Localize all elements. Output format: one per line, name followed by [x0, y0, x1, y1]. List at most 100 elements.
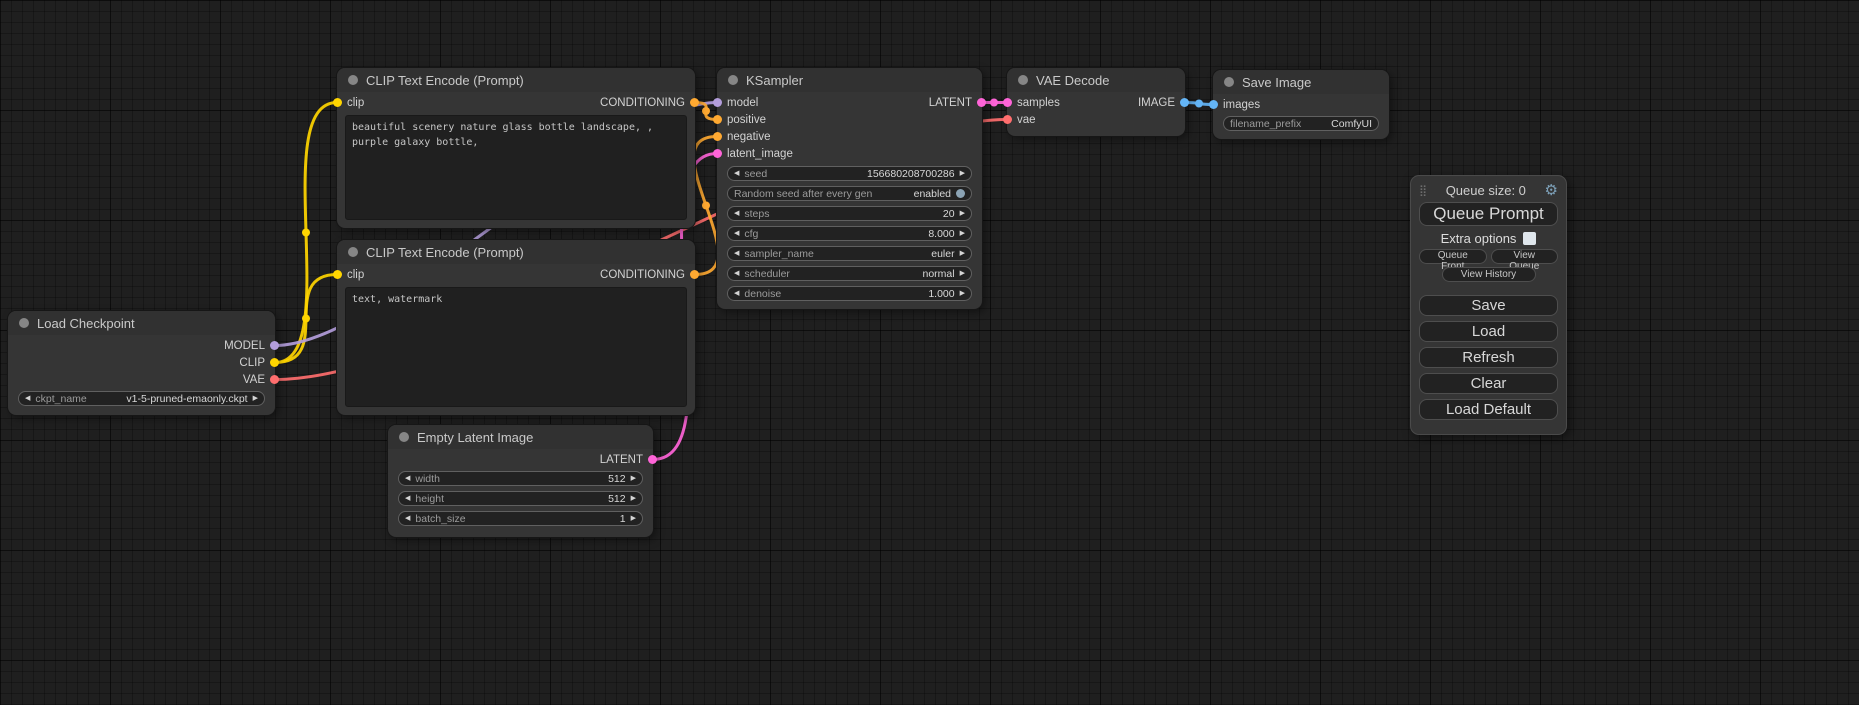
increment-arrow-icon[interactable]	[960, 230, 965, 237]
widget-value: euler	[931, 248, 954, 260]
input-port-latent-image[interactable]	[713, 149, 722, 158]
decrement-arrow-icon[interactable]	[25, 395, 30, 402]
decrement-arrow-icon[interactable]	[405, 515, 410, 522]
collapse-icon[interactable]	[1018, 75, 1028, 85]
widget-value: ComfyUI	[1331, 118, 1372, 130]
extra-options-checkbox[interactable]	[1523, 232, 1536, 245]
increment-arrow-icon[interactable]	[960, 270, 965, 277]
output-label-latent: LATENT	[929, 97, 972, 109]
widget-filename-prefix[interactable]: filename_prefix ComfyUI	[1223, 116, 1379, 131]
refresh-button[interactable]: Refresh	[1419, 347, 1558, 368]
node-title-bar[interactable]: KSampler	[717, 68, 982, 92]
increment-arrow-icon[interactable]	[960, 210, 965, 217]
decrement-arrow-icon[interactable]	[734, 270, 739, 277]
decrement-arrow-icon[interactable]	[734, 170, 739, 177]
negative-prompt-textarea[interactable]: text, watermark	[345, 287, 687, 407]
node-title-bar[interactable]: Empty Latent Image	[388, 425, 653, 449]
queue-front-button[interactable]: Queue Front	[1419, 249, 1487, 264]
input-port-samples[interactable]	[1003, 98, 1012, 107]
input-port-clip[interactable]	[333, 270, 342, 279]
widget-seed[interactable]: seed 156680208700286	[727, 166, 972, 181]
widget-value: 512	[608, 493, 626, 505]
increment-arrow-icon[interactable]	[960, 290, 965, 297]
load-button[interactable]: Load	[1419, 321, 1558, 342]
graph-canvas[interactable]: Load Checkpoint MODEL CLIP VAE	[0, 0, 1859, 705]
decrement-arrow-icon[interactable]	[405, 475, 410, 482]
node-title-bar[interactable]: Save Image	[1213, 70, 1389, 94]
wire-midpoint-dot	[702, 202, 710, 210]
output-port-conditioning[interactable]	[690, 98, 699, 107]
node-clip-text-encode-positive[interactable]: CLIP Text Encode (Prompt) clip CONDITION…	[337, 68, 695, 228]
output-port-clip[interactable]	[270, 358, 279, 367]
widget-denoise[interactable]: denoise 1.000	[727, 286, 972, 301]
node-empty-latent-image[interactable]: Empty Latent Image LATENT width 512 heig…	[388, 425, 653, 537]
widget-ckpt-name[interactable]: ckpt_name v1-5-pruned-emaonly.ckpt	[18, 391, 265, 406]
node-vae-decode[interactable]: VAE Decode samples IMAGE vae	[1007, 68, 1185, 136]
collapse-icon[interactable]	[19, 318, 29, 328]
node-load-checkpoint[interactable]: Load Checkpoint MODEL CLIP VAE	[8, 311, 275, 415]
clear-button[interactable]: Clear	[1419, 373, 1558, 394]
widget-width[interactable]: width 512	[398, 471, 643, 486]
output-port-latent[interactable]	[977, 98, 986, 107]
increment-arrow-icon[interactable]	[253, 395, 258, 402]
queue-prompt-button[interactable]: Queue Prompt	[1419, 202, 1558, 226]
output-port-latent[interactable]	[648, 455, 657, 464]
decrement-arrow-icon[interactable]	[734, 290, 739, 297]
node-title: Load Checkpoint	[37, 316, 135, 331]
output-port-conditioning[interactable]	[690, 270, 699, 279]
widget-steps[interactable]: steps 20	[727, 206, 972, 221]
widget-control-after-generate[interactable]: Random seed after every gen enabled	[727, 186, 972, 201]
widget-scheduler[interactable]: scheduler normal	[727, 266, 972, 281]
node-title: CLIP Text Encode (Prompt)	[366, 73, 524, 88]
wire-midpoint-dot	[702, 107, 710, 115]
increment-arrow-icon[interactable]	[960, 170, 965, 177]
collapse-icon[interactable]	[1224, 77, 1234, 87]
comfy-menu-panel[interactable]: Queue size: 0 Queue Prompt Extra options…	[1410, 175, 1567, 435]
node-title-bar[interactable]: CLIP Text Encode (Prompt)	[337, 68, 695, 92]
view-queue-button[interactable]: View Queue	[1491, 249, 1559, 264]
widget-batch-size[interactable]: batch_size 1	[398, 511, 643, 526]
node-title-bar[interactable]: Load Checkpoint	[8, 311, 275, 335]
widget-sampler-name[interactable]: sampler_name euler	[727, 246, 972, 261]
decrement-arrow-icon[interactable]	[734, 210, 739, 217]
node-title-bar[interactable]: VAE Decode	[1007, 68, 1185, 92]
decrement-arrow-icon[interactable]	[405, 495, 410, 502]
increment-arrow-icon[interactable]	[631, 515, 636, 522]
wire-midpoint-dot	[302, 229, 310, 237]
widget-height[interactable]: height 512	[398, 491, 643, 506]
load-default-button[interactable]: Load Default	[1419, 399, 1558, 420]
increment-arrow-icon[interactable]	[960, 250, 965, 257]
input-port-images[interactable]	[1209, 100, 1218, 109]
node-save-image[interactable]: Save Image images filename_prefix ComfyU…	[1213, 70, 1389, 139]
widget-name: ckpt_name	[35, 393, 86, 405]
input-port-clip[interactable]	[333, 98, 342, 107]
decrement-arrow-icon[interactable]	[734, 250, 739, 257]
toggle-dot-icon[interactable]	[956, 189, 965, 198]
output-port-vae[interactable]	[270, 375, 279, 384]
positive-prompt-textarea[interactable]: beautiful scenery nature glass bottle la…	[345, 115, 687, 220]
increment-arrow-icon[interactable]	[631, 495, 636, 502]
widget-cfg[interactable]: cfg 8.000	[727, 226, 972, 241]
output-label-latent: LATENT	[600, 454, 643, 466]
collapse-icon[interactable]	[348, 247, 358, 257]
node-clip-text-encode-negative[interactable]: CLIP Text Encode (Prompt) clip CONDITION…	[337, 240, 695, 415]
wire-midpoint-dot	[990, 99, 998, 107]
collapse-icon[interactable]	[348, 75, 358, 85]
increment-arrow-icon[interactable]	[631, 475, 636, 482]
view-history-button[interactable]: View History	[1442, 267, 1536, 282]
input-port-vae[interactable]	[1003, 115, 1012, 124]
decrement-arrow-icon[interactable]	[734, 230, 739, 237]
input-port-model[interactable]	[713, 98, 722, 107]
settings-gear-icon[interactable]	[1545, 181, 1558, 199]
output-port-image[interactable]	[1180, 98, 1189, 107]
save-button[interactable]: Save	[1419, 295, 1558, 316]
input-port-positive[interactable]	[713, 115, 722, 124]
collapse-icon[interactable]	[399, 432, 409, 442]
drag-handle-icon[interactable]	[1419, 184, 1427, 197]
node-ksampler[interactable]: KSampler model LATENT positive	[717, 68, 982, 309]
input-port-negative[interactable]	[713, 132, 722, 141]
output-port-model[interactable]	[270, 341, 279, 350]
output-label-clip: CLIP	[239, 357, 265, 369]
collapse-icon[interactable]	[728, 75, 738, 85]
node-title-bar[interactable]: CLIP Text Encode (Prompt)	[337, 240, 695, 264]
